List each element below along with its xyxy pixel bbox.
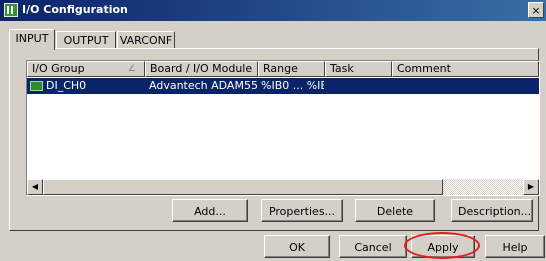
- apply-button[interactable]: Apply: [411, 235, 475, 258]
- scroll-track[interactable]: [443, 179, 523, 195]
- sort-icon: ∠: [127, 64, 136, 74]
- close-icon[interactable]: ×: [528, 2, 544, 18]
- description-button[interactable]: Description...: [451, 199, 533, 222]
- io-module-icon: [30, 81, 43, 91]
- column-header-task[interactable]: Task: [325, 61, 392, 77]
- help-button[interactable]: Help: [485, 235, 545, 258]
- tab-input[interactable]: INPUT: [9, 29, 55, 50]
- io-group-list[interactable]: I/O Group ∠ Board / I/O Module Range Tas…: [26, 60, 540, 196]
- column-header-comment[interactable]: Comment: [392, 61, 539, 77]
- scroll-left-icon[interactable]: ◀: [27, 179, 43, 195]
- delete-button[interactable]: Delete: [355, 199, 435, 222]
- column-header-range[interactable]: Range: [258, 61, 325, 77]
- tab-varconf[interactable]: VARCONF: [117, 31, 175, 49]
- horizontal-scrollbar[interactable]: ◀ ▶: [27, 179, 539, 195]
- scroll-right-icon[interactable]: ▶: [523, 179, 539, 195]
- scroll-thumb[interactable]: [43, 179, 443, 195]
- column-header-board[interactable]: Board / I/O Module: [145, 61, 258, 77]
- cell-io-group: DI_CH0: [46, 79, 87, 92]
- list-header: I/O Group ∠ Board / I/O Module Range Tas…: [27, 61, 539, 77]
- properties-button[interactable]: Properties...: [261, 199, 343, 222]
- tab-output[interactable]: OUTPUT: [56, 31, 116, 49]
- column-header-io-group[interactable]: I/O Group ∠: [27, 61, 145, 77]
- window-title: I/O Configuration: [22, 3, 128, 16]
- cell-range: %IB0 ... %IB1: [261, 79, 324, 92]
- ok-button[interactable]: OK: [264, 235, 330, 258]
- cancel-button[interactable]: Cancel: [339, 235, 407, 258]
- column-label: I/O Group: [32, 62, 85, 75]
- title-bar: I/O Configuration ×: [0, 0, 546, 21]
- table-row[interactable]: DI_CH0 Advantech ADAM551... %IB0 ... %IB…: [27, 78, 539, 94]
- cell-board: Advantech ADAM551...: [149, 79, 257, 92]
- add-button[interactable]: Add...: [172, 199, 248, 222]
- app-icon: [4, 3, 18, 17]
